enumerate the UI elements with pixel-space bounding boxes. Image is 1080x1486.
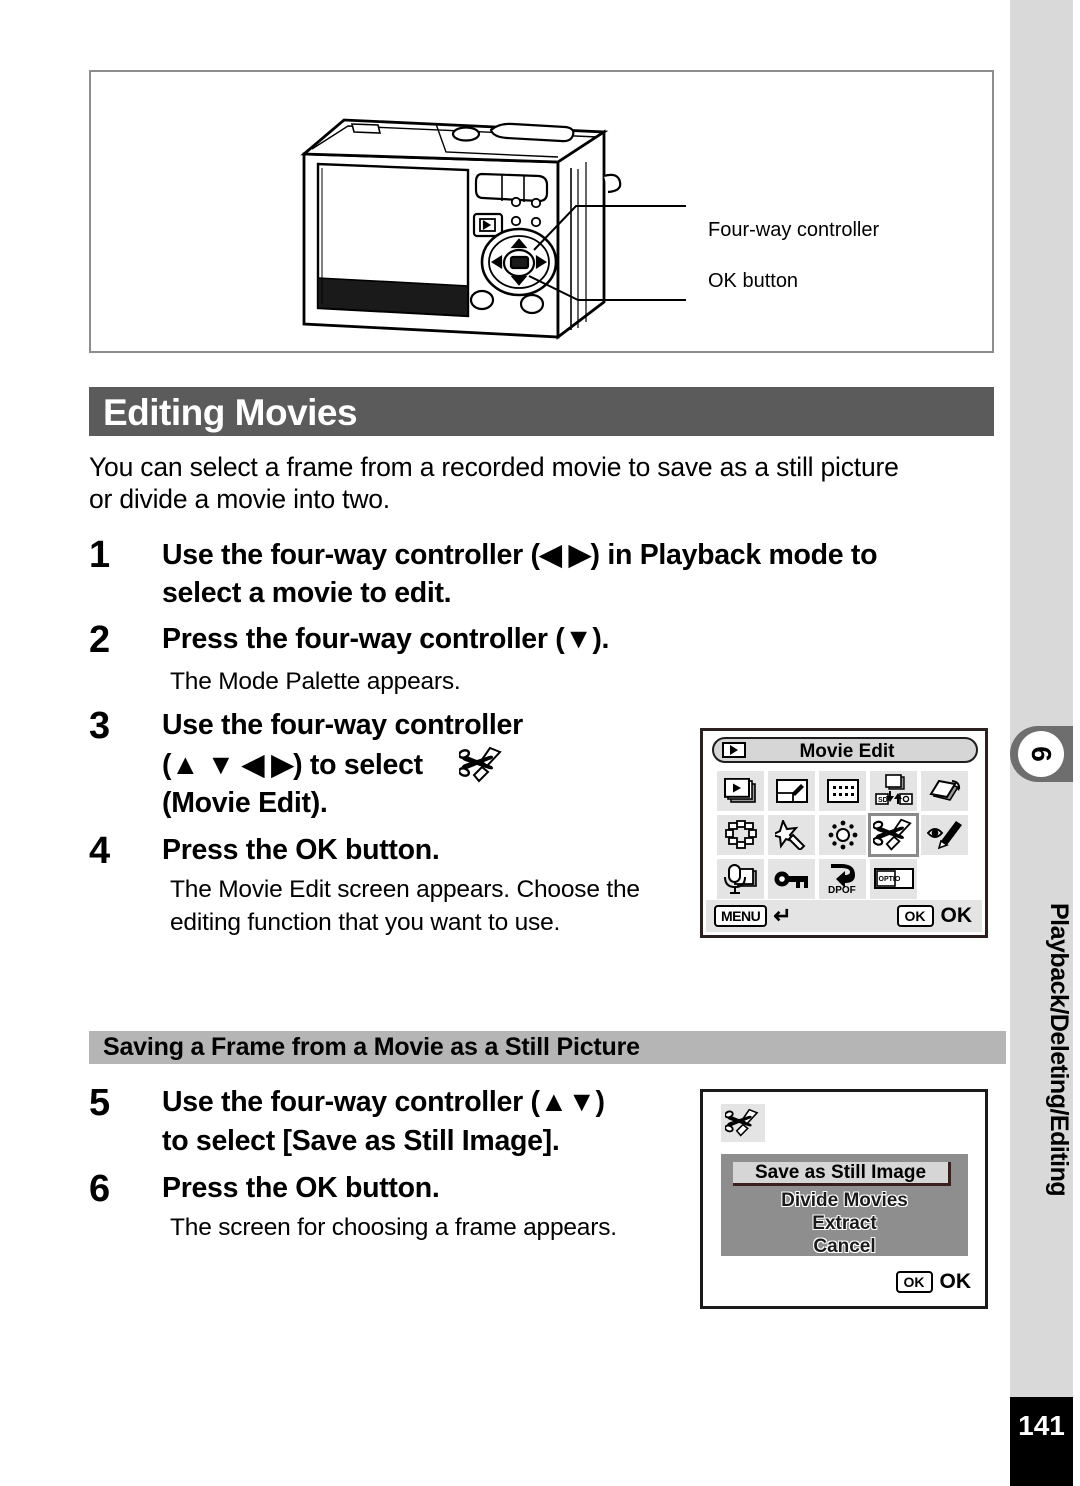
subsection-title: Saving a Frame from a Movie as a Still P… <box>103 1033 640 1061</box>
subsection-heading-bar: Saving a Frame from a Movie as a Still P… <box>89 1031 1006 1064</box>
page-title: Editing Movies <box>103 392 358 433</box>
svg-text:OPTIO: OPTIO <box>878 876 900 883</box>
movie-edit-icon <box>721 1104 765 1142</box>
mode-palette-grid: SD DPOF OPTIO <box>717 771 975 903</box>
step-1-number: 1 <box>89 534 111 576</box>
back-arrow-icon: ↵ <box>773 903 792 928</box>
movie-edit-title: Movie Edit <box>799 741 895 762</box>
still-image-screen-footer: OK OK <box>895 1270 972 1294</box>
step-3-number: 3 <box>89 705 111 747</box>
ok-button-chip[interactable]: OK <box>895 1271 933 1293</box>
image-copy-icon[interactable]: SD <box>870 771 917 811</box>
intro-paragraph-line-1: You can select a frame from a recorded m… <box>89 452 899 482</box>
step-2-text-line-1: Press the four-way controller (▼). <box>162 623 610 655</box>
step-6-note: The screen for choosing a frame appears. <box>170 1214 617 1241</box>
svg-text:SD: SD <box>878 797 888 804</box>
ok-label: OK <box>940 904 973 927</box>
menu-item-cancel[interactable]: Cancel <box>721 1236 968 1258</box>
palette-row <box>717 813 975 857</box>
brightness-filter-icon[interactable] <box>819 815 866 855</box>
dpof-icon[interactable]: DPOF <box>819 859 866 899</box>
palette-row: DPOF OPTIO <box>717 859 975 899</box>
movie-edit-palette-screen: Movie Edit SD DPOF OPTIO MENU ↵ OK OK <box>700 728 988 938</box>
red-eye-edit-icon[interactable] <box>921 815 968 855</box>
step-4-number: 4 <box>89 830 111 872</box>
step-5-text-line-1: Use the four-way controller (▲▼) <box>162 1086 605 1118</box>
menu-button-chip[interactable]: MENU <box>714 905 768 927</box>
intro-paragraph-line-2: or divide a movie into two. <box>89 484 390 514</box>
page-number: 141 <box>1018 1410 1065 1441</box>
step-3-text-line-1: Use the four-way controller <box>162 709 523 741</box>
start-up-screen-icon[interactable]: OPTIO <box>870 859 917 899</box>
section-heading-bar: Editing Movies <box>89 387 994 436</box>
svg-text:DPOF: DPOF <box>828 885 856 895</box>
resize-icon[interactable] <box>768 771 815 811</box>
movie-edit-options-menu: Save as Still Image Divide Movies Extrac… <box>721 1154 968 1258</box>
step-3-text-line-2: (▲ ▼ ◀ ▶) to select <box>162 749 423 781</box>
step-4-text-line-1: Press the OK button. <box>162 834 440 866</box>
save-as-still-image-screen: Save as Still Image Divide Movies Extrac… <box>700 1089 988 1309</box>
menu-item-divide-movies[interactable]: Divide Movies <box>721 1190 968 1212</box>
movie-edit-titlebar: Movie Edit <box>712 737 978 763</box>
camera-illustration-panel: Four-way controller OK button <box>89 70 994 353</box>
slideshow-icon[interactable] <box>717 771 764 811</box>
step-4-note-line-2: editing function that you want to use. <box>170 909 561 936</box>
step-4-note-line-1: The Movie Edit screen appears. Choose th… <box>170 876 640 903</box>
digital-filter-icon[interactable] <box>768 815 815 855</box>
image-rotate-icon[interactable] <box>921 771 968 811</box>
chapter-number-badge: 6 <box>1018 731 1064 777</box>
camera-rear-illustration <box>300 118 686 340</box>
step-5-number: 5 <box>89 1082 111 1124</box>
menu-item-extract[interactable]: Extract <box>721 1213 968 1235</box>
step-6-text-line-1: Press the OK button. <box>162 1172 440 1204</box>
step-3-text-line-3: (Movie Edit). <box>162 787 328 819</box>
movie-edit-icon[interactable] <box>868 813 919 857</box>
step-5-text-line-2: to select [Save as Still Image]. <box>162 1125 560 1157</box>
step-2-note: The Mode Palette appears. <box>170 668 461 695</box>
movie-edit-icon <box>459 746 502 783</box>
ok-label: OK <box>939 1270 972 1293</box>
voice-memo-icon[interactable] <box>717 859 764 899</box>
palette-row: SD <box>717 771 975 811</box>
callout-label-ok-button: OK button <box>708 270 799 292</box>
frame-composite-icon[interactable] <box>717 815 764 855</box>
cropping-icon[interactable] <box>819 771 866 811</box>
page-number-block: 141 <box>1010 1397 1073 1486</box>
menu-item-save-as-still-image[interactable]: Save as Still Image <box>733 1162 951 1186</box>
palette-cell-empty <box>921 859 968 899</box>
protect-key-icon[interactable] <box>768 859 815 899</box>
chapter-label: Playback/Deleting/Editing <box>1045 903 1073 1197</box>
callout-label-four-way-controller: Four-way controller <box>708 219 880 241</box>
movie-edit-footer: MENU ↵ OK OK <box>706 900 982 932</box>
step-1-text-line-1: Use the four-way controller (◀ ▶) in Pla… <box>162 539 878 571</box>
ok-button-chip[interactable]: OK <box>896 905 934 927</box>
step-6-number: 6 <box>89 1168 111 1210</box>
step-1-text-line-2: select a movie to edit. <box>162 577 452 609</box>
step-2-number: 2 <box>89 619 111 661</box>
